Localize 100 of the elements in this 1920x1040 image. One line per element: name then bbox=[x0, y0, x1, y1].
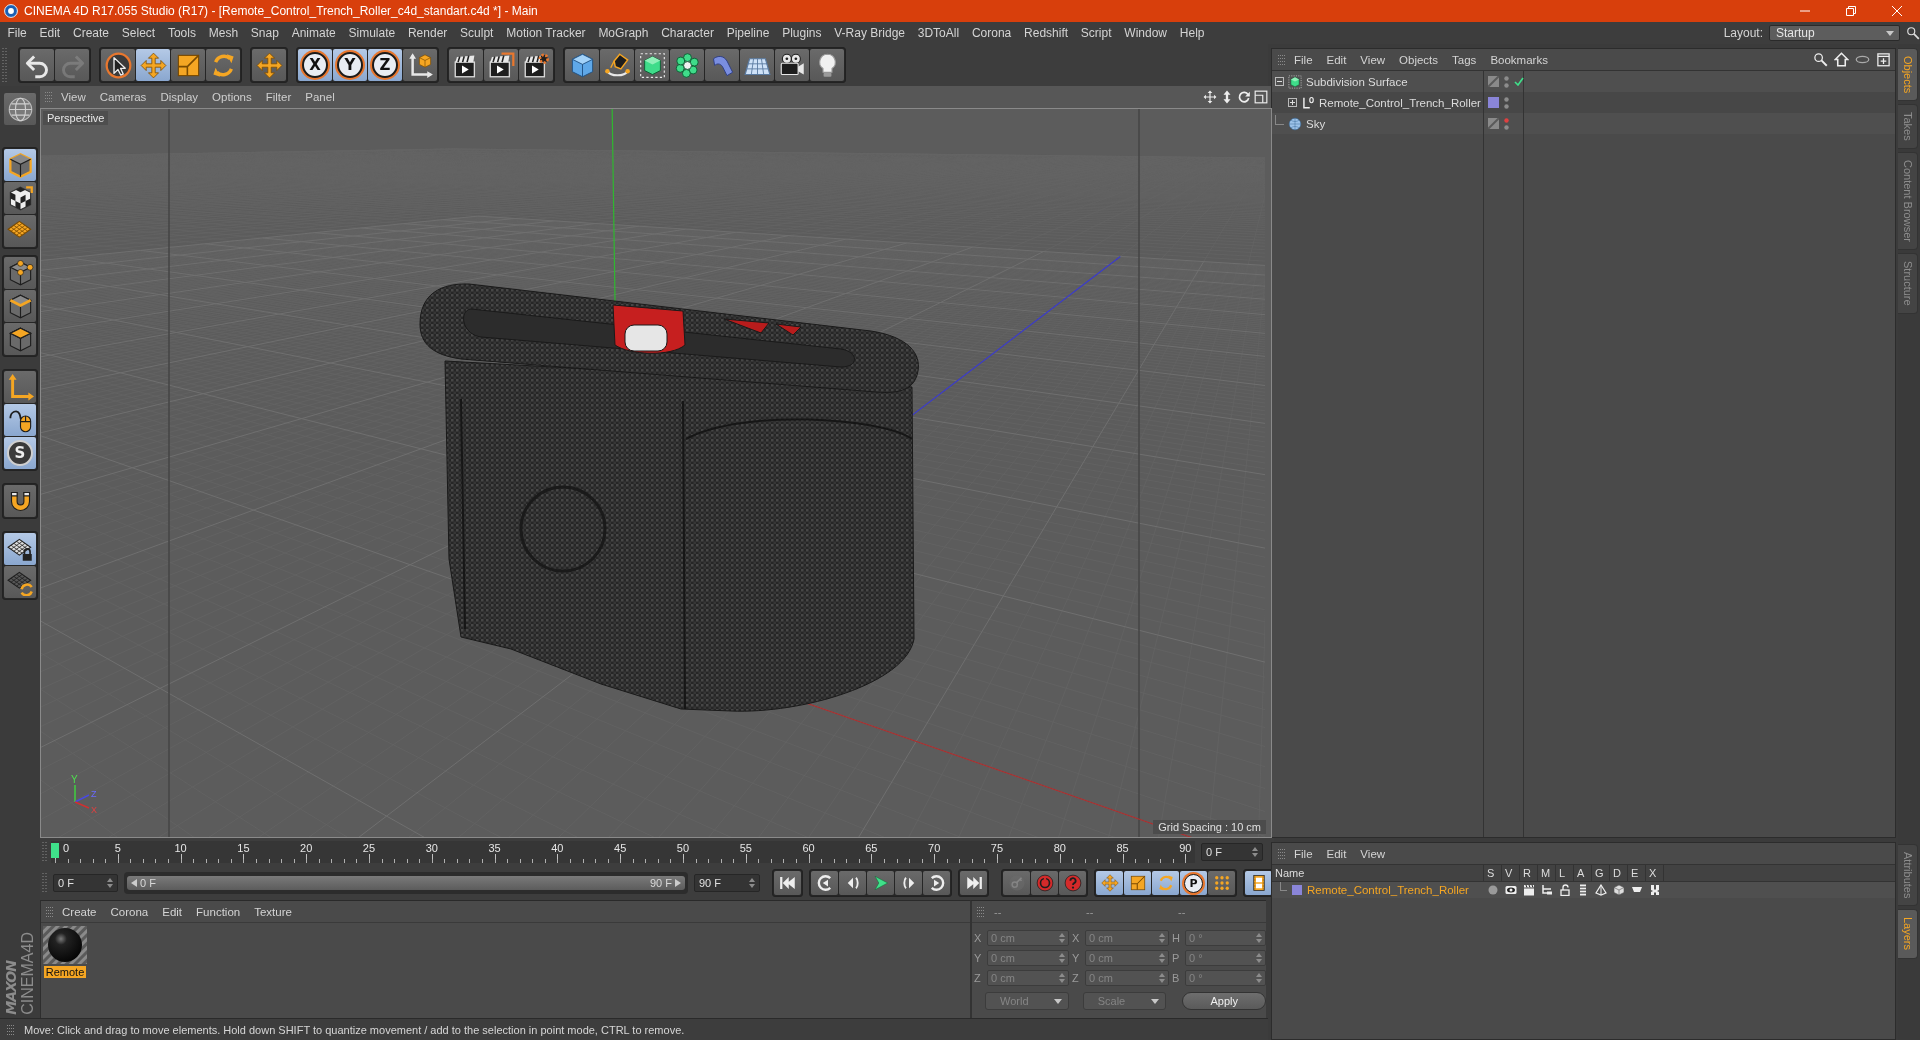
menu-item[interactable]: Options bbox=[205, 88, 259, 106]
workplane-button[interactable] bbox=[4, 215, 36, 247]
menu-item[interactable]: Animate bbox=[285, 24, 343, 42]
menu-item[interactable]: Character bbox=[654, 24, 721, 42]
column-header[interactable]: M bbox=[1538, 865, 1556, 881]
menu-item[interactable]: 3DToAll bbox=[911, 24, 966, 42]
play-button[interactable] bbox=[867, 871, 894, 895]
cloner-button[interactable] bbox=[670, 49, 704, 81]
menu-item[interactable]: Filter bbox=[258, 88, 299, 106]
pyramid-icon[interactable] bbox=[1595, 884, 1607, 896]
start-frame-field[interactable]: 0 F bbox=[53, 874, 118, 892]
menu-item[interactable]: Pipeline bbox=[720, 24, 776, 42]
axis-button[interactable] bbox=[4, 371, 36, 403]
menu-item[interactable]: Sculpt bbox=[453, 24, 500, 42]
render-settings-button[interactable] bbox=[519, 49, 553, 81]
current-frame-field[interactable]: 0 F bbox=[1201, 843, 1263, 861]
object-name[interactable]: Subdivision Surface bbox=[1306, 75, 1408, 88]
collapse-icon[interactable] bbox=[1275, 77, 1284, 86]
layer-name[interactable]: Remote_Control_Trench_Roller bbox=[1307, 884, 1469, 896]
menu-item[interactable]: Tags bbox=[1445, 50, 1484, 69]
object-name[interactable]: Sky bbox=[1306, 117, 1326, 130]
column-header[interactable]: A bbox=[1574, 865, 1592, 881]
xref-icon[interactable] bbox=[1649, 884, 1661, 896]
search-icon[interactable] bbox=[1813, 52, 1828, 67]
home-icon[interactable] bbox=[1834, 52, 1849, 67]
previous-key-button[interactable] bbox=[811, 871, 838, 895]
live-select-button[interactable] bbox=[101, 49, 135, 81]
object-name[interactable]: Remote_Control_Trench_Roller bbox=[1319, 96, 1481, 109]
eye-icon[interactable] bbox=[1505, 884, 1517, 896]
layout-dropdown[interactable]: Startup bbox=[1769, 25, 1900, 41]
column-header[interactable]: Name bbox=[1272, 865, 1484, 881]
menu-item[interactable]: View bbox=[1353, 50, 1393, 69]
timeline-ruler[interactable]: 0 5 10 15 20 25 30 35 40 45 50 55 60 65 70 75 80 85 90 bbox=[51, 841, 1195, 863]
menu-item[interactable]: Create bbox=[66, 24, 116, 42]
menu-item[interactable]: Edit bbox=[33, 24, 67, 42]
axis-lock-button[interactable]: X bbox=[298, 49, 332, 81]
menu-item[interactable]: Mesh bbox=[202, 24, 245, 42]
next-frame-button[interactable] bbox=[895, 871, 922, 895]
visibility-dots-icon[interactable] bbox=[1504, 96, 1509, 109]
texture-button[interactable] bbox=[4, 182, 36, 214]
bend-button[interactable] bbox=[705, 49, 739, 81]
hierarchy-icon[interactable] bbox=[1541, 884, 1553, 896]
side-tab[interactable]: Objects bbox=[1898, 48, 1918, 102]
side-tab[interactable]: Layers bbox=[1898, 909, 1918, 959]
make-editable-button[interactable] bbox=[4, 93, 36, 125]
column-header[interactable]: G bbox=[1592, 865, 1610, 881]
tweak-button[interactable] bbox=[4, 404, 36, 436]
column-header[interactable]: R bbox=[1520, 865, 1538, 881]
parameter-button[interactable]: P bbox=[1180, 871, 1207, 895]
grid-lock-button[interactable] bbox=[4, 533, 36, 565]
menu-item[interactable]: File bbox=[1287, 50, 1320, 69]
orbit-icon[interactable] bbox=[1237, 90, 1251, 104]
restore-icon[interactable] bbox=[1846, 6, 1856, 16]
pan-arrows-icon[interactable] bbox=[1203, 90, 1217, 104]
menu-item[interactable]: Snap bbox=[244, 24, 286, 42]
model-button[interactable] bbox=[4, 149, 36, 181]
points-button[interactable] bbox=[4, 257, 36, 289]
floor-button[interactable] bbox=[740, 49, 774, 81]
menu-item[interactable]: Redshift bbox=[1017, 24, 1075, 42]
menu-item[interactable]: Help bbox=[1173, 24, 1211, 42]
scale-button[interactable] bbox=[171, 49, 205, 81]
visibility-dots-icon[interactable] bbox=[1504, 75, 1509, 88]
maximize-icon[interactable] bbox=[1254, 90, 1268, 104]
autokey-button[interactable] bbox=[1031, 871, 1058, 895]
menu-item[interactable]: Panel bbox=[298, 88, 342, 106]
grid-rotate-button[interactable] bbox=[4, 566, 36, 598]
menu-item[interactable]: Objects bbox=[1392, 50, 1446, 69]
end-frame-field[interactable]: 90 F bbox=[694, 874, 760, 892]
column-header[interactable]: V bbox=[1502, 865, 1520, 881]
menu-item[interactable]: Select bbox=[115, 24, 162, 42]
menu-item[interactable]: Function bbox=[189, 902, 248, 921]
menu-item[interactable]: Texture bbox=[247, 902, 299, 921]
column-header[interactable]: X bbox=[1646, 865, 1664, 881]
object-row[interactable]: Subdivision Surface bbox=[1272, 71, 1895, 92]
menu-item[interactable]: Window bbox=[1117, 24, 1174, 42]
menu-item[interactable]: Simulate bbox=[342, 24, 402, 42]
edges-button[interactable] bbox=[4, 290, 36, 322]
next-key-button[interactable] bbox=[923, 871, 950, 895]
cube-button[interactable] bbox=[565, 49, 599, 81]
expand-icon[interactable] bbox=[1288, 98, 1297, 107]
menu-item[interactable]: File bbox=[1287, 844, 1320, 863]
menu-item[interactable]: Edit bbox=[1319, 50, 1354, 69]
layer-row[interactable]: Remote_Control_Trench_Roller bbox=[1272, 882, 1895, 898]
menu-item[interactable]: Cameras bbox=[92, 88, 154, 106]
search-icon[interactable] bbox=[1906, 26, 1920, 40]
menu-item[interactable]: View bbox=[1353, 844, 1393, 863]
previous-frame-button[interactable] bbox=[839, 871, 866, 895]
pen-button[interactable] bbox=[600, 49, 634, 81]
checkmark-icon[interactable] bbox=[1514, 77, 1524, 86]
menu-item[interactable]: Edit bbox=[155, 902, 190, 921]
axis-lock-button[interactable]: Z bbox=[368, 49, 402, 81]
column-header[interactable]: E bbox=[1628, 865, 1646, 881]
snap-button[interactable]: S bbox=[4, 437, 36, 469]
menu-item[interactable]: Corona bbox=[965, 24, 1018, 42]
menu-item[interactable]: Tools bbox=[161, 24, 203, 42]
menu-item[interactable]: Render bbox=[401, 24, 454, 42]
rotate-button[interactable] bbox=[206, 49, 240, 81]
menu-item[interactable]: Corona bbox=[103, 902, 156, 921]
padlock-icon[interactable] bbox=[1559, 884, 1571, 896]
menu-item[interactable]: V-Ray Bridge bbox=[827, 24, 912, 42]
